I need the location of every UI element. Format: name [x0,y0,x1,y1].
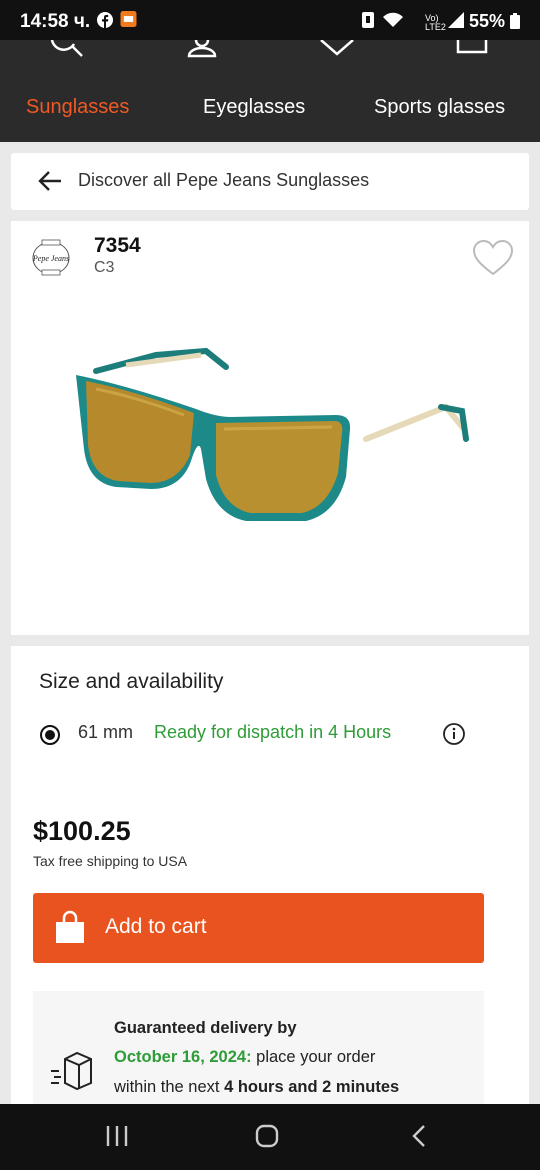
delivery-info: Guaranteed delivery by October 16, 2024:… [33,991,484,1121]
product-image [76,347,469,521]
wifi-icon [383,12,403,27]
signal-icon [448,12,464,28]
account-icon[interactable] [186,40,218,58]
delivery-countdown-line: within the next 4 hours and 2 minutes [114,1078,400,1096]
tab-sunglasses[interactable]: Sunglasses [26,96,129,119]
facebook-icon [97,12,113,28]
shipping-note: Tax free shipping to USA [33,853,188,869]
tab-eyeglasses[interactable]: Eyeglasses [203,96,305,119]
price: $100.25 [33,816,131,846]
category-tabs: Sunglasses Eyeglasses Sports glasses [0,96,540,126]
status-time: 14:58 ч. [20,11,91,32]
add-to-cart-button[interactable]: Add to cart [33,893,484,963]
battery-level: 55% [469,11,520,32]
size-value[interactable]: 61 mm [78,722,133,743]
system-navigation-bar [0,1104,540,1170]
size-radio[interactable] [40,725,60,745]
lte-indicator-icon: Vo) LTE2 [425,13,446,32]
shopping-bag-icon [56,910,84,943]
battery-icon [510,13,520,29]
back-icon[interactable] [408,1124,432,1148]
favorite-heart-icon[interactable] [472,239,514,277]
top-navigation: Sunglasses Eyeglasses Sports glasses [0,40,540,142]
add-to-cart-label: Add to cart [105,915,207,938]
breadcrumb[interactable]: Discover all Pepe Jeans Sunglasses [11,153,529,210]
product-model: 7354 [94,234,141,257]
delivery-box-icon [51,1051,92,1091]
product-card: Pepe Jeans 7354 C3 [11,221,529,635]
arrow-left-icon[interactable] [37,169,63,193]
section-title: Size and availability [39,670,224,693]
search-icon[interactable] [48,40,84,58]
product-color-code: C3 [94,259,115,276]
svg-text:Pepe Jeans: Pepe Jeans [32,254,69,263]
availability-status: Ready for dispatch in 4 Hours [154,722,392,742]
home-icon[interactable] [255,1124,279,1148]
size-availability-section: Size and availability 61 mm Ready for di… [11,646,529,1121]
recent-apps-icon[interactable] [105,1124,129,1148]
delivery-date-line: October 16, 2024: place your order [114,1048,376,1066]
shop-app-icon [120,11,137,27]
heart-icon[interactable] [319,40,355,56]
notification-icon [362,12,374,28]
delivery-guarantee: Guaranteed delivery by [114,1019,297,1037]
info-icon[interactable] [442,722,466,746]
breadcrumb-link[interactable]: Discover all Pepe Jeans Sunglasses [78,170,369,191]
tab-sports-glasses[interactable]: Sports glasses [374,96,505,119]
status-bar: 14:58 ч. Vo) LTE2 55% [0,0,540,40]
bag-icon[interactable] [456,40,488,54]
brand-logo: Pepe Jeans [32,239,70,276]
